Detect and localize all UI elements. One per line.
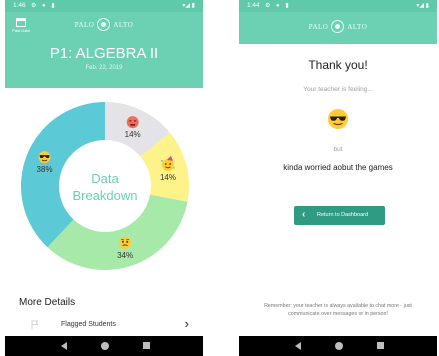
- nav-recents-icon[interactable]: [377, 342, 384, 349]
- logo-text-left: PALO: [308, 23, 329, 32]
- return-button-label: Return to Dashboard: [317, 212, 369, 218]
- logo-header: PALO ALTO: [239, 12, 437, 44]
- status-icons: ⚙ ● ▮: [265, 3, 291, 9]
- flag-icon: [31, 320, 39, 330]
- thank-you-heading: Thank you!: [308, 58, 368, 72]
- frustrated-icon: [126, 116, 139, 129]
- teacher-feeling-text: Your teacher is feeling...: [303, 86, 373, 93]
- class-date: Feb. 22, 2019: [85, 65, 123, 71]
- nav-home-icon[interactable]: [101, 342, 109, 350]
- class-header: Past Data PALO ALTO P1: ALGEBRA II Feb. 2…: [5, 12, 203, 88]
- android-nav-bar: [239, 336, 437, 356]
- nav-home-icon[interactable]: [335, 342, 343, 350]
- status-icons: ⚙ ● ▮: [31, 3, 57, 9]
- slice-percent-label: 14%: [125, 130, 141, 139]
- logo-text-right: ALTO: [347, 23, 368, 32]
- page-title: P1: ALGEBRA II: [49, 45, 159, 62]
- logo-text-left: PALO: [74, 21, 95, 30]
- chart-center-label-line2: Breakdown: [72, 188, 137, 203]
- nav-back-icon[interactable]: [295, 342, 301, 350]
- more-details-title: More Details: [19, 297, 76, 308]
- android-nav-bar: [5, 336, 203, 356]
- thank-you-screen: 1:44 ⚙ ● ▮ ▾◢ ▮ PALO ALTO Thank you! Your…: [239, 0, 437, 356]
- footer-note: Remember: your teacher is always availab…: [264, 303, 412, 317]
- slice-percent-label: 38%: [37, 165, 53, 174]
- seal-icon: [331, 20, 345, 33]
- dashboard-screen: 1:46 ⚙ ● ▮ ▾◢ ▮ Past Data PALO ALTO P1: A…: [5, 0, 203, 356]
- slice-percent-label: 14%: [160, 173, 176, 182]
- status-bar: 1:44 ⚙ ● ▮ ▾◢ ▮: [239, 0, 437, 12]
- nav-back-icon[interactable]: [61, 342, 67, 350]
- nav-recents-icon[interactable]: [143, 342, 150, 349]
- slice-percent-label: 34%: [117, 251, 133, 260]
- flagged-students-label: Flagged Students: [61, 321, 116, 328]
- seal-icon: [97, 18, 111, 31]
- chart-center-label-line1: Data: [91, 171, 119, 186]
- status-time: 1:46: [13, 2, 26, 9]
- status-bar: 1:46 ⚙ ● ▮ ▾◢ ▮: [5, 0, 203, 12]
- chevron-left-icon: ‹: [302, 209, 306, 220]
- logo-text-right: ALTO: [113, 21, 134, 30]
- palo-alto-logo: PALO ALTO: [5, 18, 203, 32]
- status-time: 1:44: [247, 2, 260, 9]
- chevron-right-icon: ›: [184, 316, 189, 331]
- flagged-students-row[interactable]: Flagged Students ›: [5, 316, 203, 334]
- worried-icon: [119, 236, 132, 249]
- signal-battery-icons: ▾◢ ▮: [182, 3, 195, 9]
- teacher-comment-text: kinda worried aobut the games: [283, 163, 393, 172]
- data-breakdown-donut-chart: 14% 14% 34% 38% Data Breakdown: [21, 102, 190, 270]
- signal-battery-icons: ▾◢ ▮: [416, 3, 429, 9]
- return-to-dashboard-button[interactable]: ‹ Return to Dashboard: [294, 206, 385, 225]
- cool-sunglasses-icon: [328, 109, 348, 129]
- but-text: but: [333, 146, 343, 153]
- cool-sunglasses-icon: [38, 151, 51, 164]
- palo-alto-logo: PALO ALTO: [239, 20, 437, 34]
